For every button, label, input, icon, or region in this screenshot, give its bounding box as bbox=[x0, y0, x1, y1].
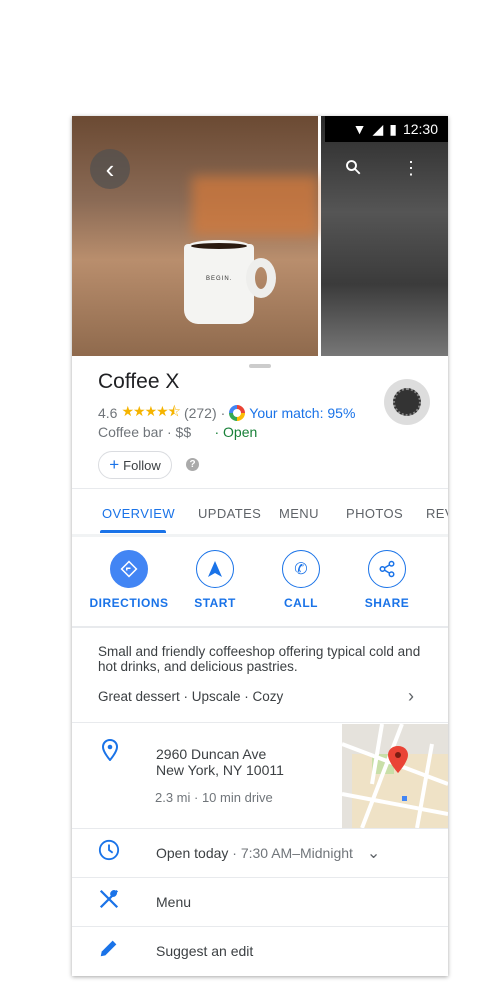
call-button[interactable]: ✆ CALL bbox=[256, 550, 346, 610]
tab-bar: OVERVIEW UPDATES MENU PHOTOS REVIEWS bbox=[72, 488, 448, 534]
chevron-down-icon[interactable]: ⌄ bbox=[367, 843, 380, 863]
clock-icon bbox=[72, 839, 156, 866]
restaurant-icon bbox=[72, 888, 156, 915]
map-thumbnail[interactable] bbox=[342, 724, 448, 828]
tab-photos[interactable]: PHOTOS bbox=[346, 506, 403, 521]
drag-handle[interactable] bbox=[249, 364, 271, 368]
place-logo[interactable] bbox=[384, 379, 430, 425]
help-icon[interactable]: ? bbox=[186, 458, 199, 471]
star-rating: ★★★★⯪ bbox=[121, 403, 180, 419]
menu-row[interactable]: Menu bbox=[72, 877, 448, 926]
navigation-arrow-icon bbox=[196, 550, 234, 588]
back-button[interactable]: ‹ bbox=[90, 149, 130, 189]
place-description: Small and friendly coffeeshop offering t… bbox=[98, 644, 421, 674]
plus-icon: + bbox=[109, 455, 120, 474]
chevron-left-icon: ‹ bbox=[105, 153, 115, 184]
battery-icon: ▮ bbox=[389, 120, 397, 137]
wifi-icon: ▼ bbox=[352, 121, 367, 137]
phone-screen: BEGIN. ▼ ◢ ▮ 12:30 ‹ ⋮ Coffee X 4.6 ★★★★… bbox=[72, 116, 448, 976]
tab-reviews[interactable]: REVIEWS bbox=[426, 506, 448, 521]
phone-icon: ✆ bbox=[282, 550, 320, 588]
category-row: Coffee bar · $$ · Open bbox=[98, 424, 258, 440]
directions-button[interactable]: DIRECTIONS bbox=[84, 550, 174, 610]
signal-icon: ◢ bbox=[372, 120, 384, 137]
chevron-right-icon[interactable]: › bbox=[408, 686, 414, 707]
suggest-edit-row[interactable]: Suggest an edit bbox=[72, 926, 448, 975]
pencil-icon bbox=[72, 937, 156, 964]
tab-menu[interactable]: MENU bbox=[279, 506, 319, 521]
search-icon[interactable] bbox=[344, 158, 362, 181]
tab-updates[interactable]: UPDATES bbox=[198, 506, 261, 521]
mug-image: BEGIN. bbox=[184, 240, 276, 324]
hours-row[interactable]: Open today · 7:30 AM–Midnight ⌄ bbox=[72, 828, 448, 877]
distance: 2.3 mi · 10 min drive bbox=[155, 790, 273, 805]
share-icon bbox=[368, 550, 406, 588]
tab-overview[interactable]: OVERVIEW bbox=[102, 506, 175, 521]
active-tab-indicator bbox=[100, 530, 166, 533]
address[interactable]: 2960 Duncan Ave New York, NY 10011 bbox=[156, 746, 284, 778]
place-attributes[interactable]: Great dessert · Upscale · Cozy bbox=[98, 689, 283, 704]
share-button[interactable]: SHARE bbox=[342, 550, 432, 610]
place-photo-secondary[interactable] bbox=[321, 116, 448, 356]
status-bar: ▼ ◢ ▮ 12:30 bbox=[325, 116, 448, 142]
start-button[interactable]: START bbox=[170, 550, 260, 610]
more-options-icon[interactable]: ⋮ bbox=[402, 158, 420, 179]
place-title: Coffee X bbox=[98, 370, 180, 393]
match-icon bbox=[229, 405, 246, 421]
review-count[interactable]: (272) bbox=[184, 405, 217, 421]
directions-icon bbox=[110, 550, 148, 588]
match-score[interactable]: Your match: 95% bbox=[249, 405, 355, 421]
rating-row: 4.6 ★★★★⯪ (272) · Your match: 95% bbox=[98, 401, 355, 425]
follow-button[interactable]: + Follow bbox=[98, 451, 172, 479]
clock-time: 12:30 bbox=[402, 121, 438, 137]
location-pin-icon bbox=[101, 738, 119, 766]
